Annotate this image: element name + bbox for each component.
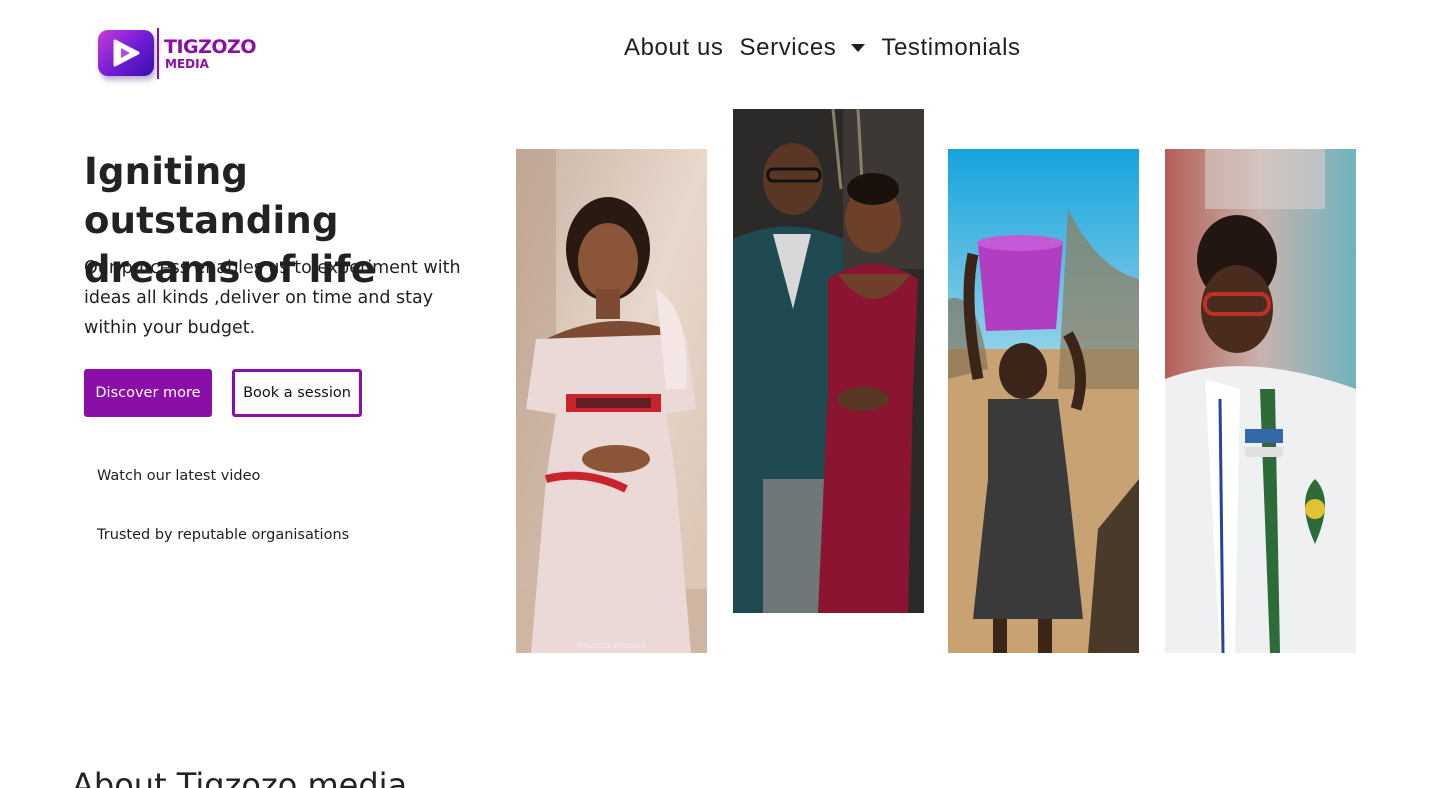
watch-video-link[interactable]: Watch our latest video [97,468,260,484]
nav-about-us[interactable]: About us [624,34,724,62]
brand-logo[interactable]: TIGZOZO MEDIA [98,27,258,81]
play-logo-icon [98,30,154,76]
logo-subname: MEDIA [165,57,209,71]
discover-more-button[interactable]: Discover more [84,369,212,417]
nav-about-us-label: About us [624,34,724,61]
nav-testimonials-label: Testimonials [881,34,1021,61]
nav-services-dropdown[interactable]: Services [740,34,866,62]
nav-services-label: Services [739,34,837,61]
photo-couple [733,109,924,613]
hero-subtitle: Our process enables us to experiment wit… [84,258,461,338]
photo-student [1165,149,1356,653]
about-section-title: About Tigzozo media [72,766,408,788]
photo-woman-pink-dress: TIGZOZO STUDIOS [516,149,707,653]
logo-divider [157,28,159,79]
caret-down-icon [851,44,866,52]
book-session-button[interactable]: Book a session [232,369,362,417]
nav-testimonials[interactable]: Testimonials [881,34,1020,62]
trusted-orgs-link[interactable]: Trusted by reputable organisations [97,527,349,543]
photo-watermark: TIGZOZO STUDIOS [577,643,646,650]
logo-name: TIGZOZO [164,36,256,58]
photo-girl-bucket [948,149,1139,653]
main-nav: About us Services Testimonials [624,30,1021,66]
